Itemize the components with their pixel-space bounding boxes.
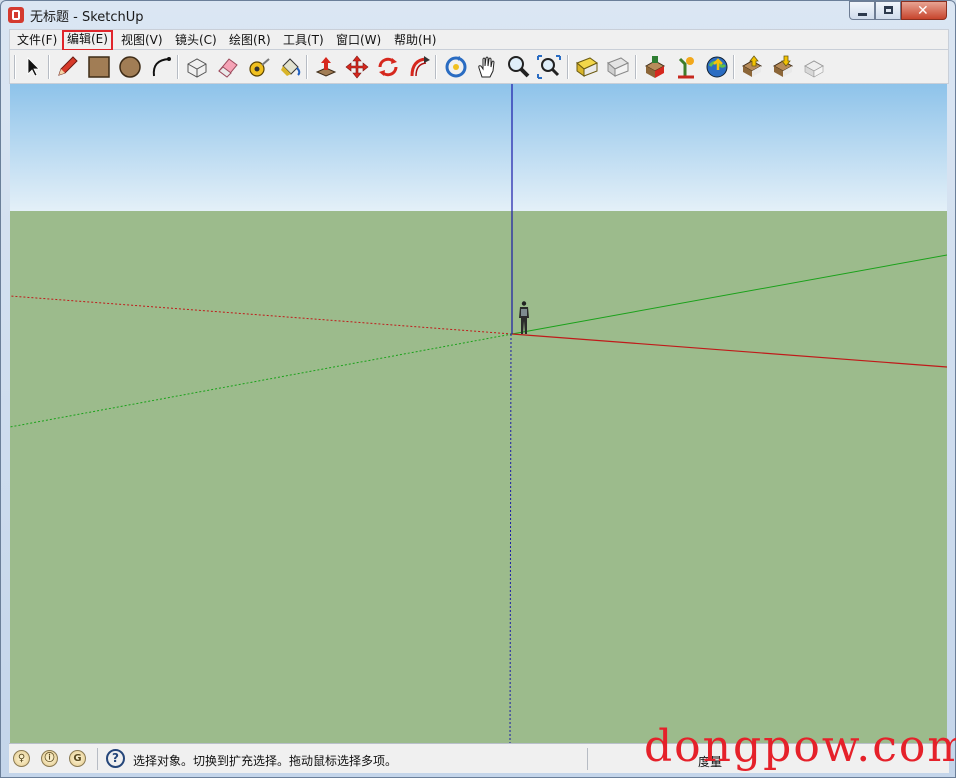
- watermark-text: dongpow.com: [644, 721, 956, 772]
- move-icon[interactable]: [344, 54, 370, 80]
- extension-warehouse-icon[interactable]: [802, 54, 828, 80]
- menu-edit[interactable]: 编辑(E): [62, 30, 113, 51]
- toolbar-separator: [733, 55, 735, 79]
- circle-icon[interactable]: [117, 54, 143, 80]
- pan-icon[interactable]: [474, 54, 500, 80]
- next-view-icon[interactable]: [605, 54, 631, 80]
- window-title: 无标题 - SketchUp: [30, 10, 144, 25]
- push-pull-icon[interactable]: [313, 54, 339, 80]
- sky: [10, 84, 947, 211]
- make-component-icon[interactable]: [184, 54, 210, 80]
- menu-camera[interactable]: 镜头(C): [172, 31, 220, 49]
- rectangle-icon[interactable]: [86, 54, 112, 80]
- menu-view[interactable]: 视图(V): [118, 31, 166, 49]
- follow-me-icon[interactable]: [406, 54, 432, 80]
- window-controls: ✕: [849, 1, 947, 21]
- zoom-icon[interactable]: [505, 54, 531, 80]
- menu-bar: 文件(F) 编辑(E) 视图(V) 镜头(C) 绘图(R) 工具(T) 窗口(W…: [9, 29, 949, 51]
- toolbar-separator: [306, 55, 308, 79]
- close-button[interactable]: ✕: [901, 1, 947, 20]
- sketchup-window: 无标题 - SketchUp ✕ 文件(F) 编辑(E) 视图(V) 镜头(C)…: [0, 0, 956, 778]
- toolbar-separator: [635, 55, 637, 79]
- menu-tools[interactable]: 工具(T): [280, 31, 327, 49]
- maximize-button[interactable]: [875, 1, 901, 20]
- sketchup-logo-icon: [8, 7, 24, 23]
- tape-measure-icon[interactable]: [246, 54, 272, 80]
- previous-view-icon[interactable]: [574, 54, 600, 80]
- paint-bucket-icon[interactable]: [277, 54, 303, 80]
- menu-window[interactable]: 窗口(W): [333, 31, 384, 49]
- minimize-button[interactable]: [849, 1, 875, 20]
- menu-draw[interactable]: 绘图(R): [226, 31, 274, 49]
- get-models-icon[interactable]: [673, 54, 699, 80]
- share-component-icon[interactable]: [740, 54, 766, 80]
- ground: [10, 211, 947, 743]
- toolbar-separator: [48, 55, 50, 79]
- 3d-warehouse-icon[interactable]: [642, 54, 668, 80]
- zoom-extents-icon[interactable]: [536, 54, 562, 80]
- toolbar-separator: [14, 55, 16, 79]
- arc-icon[interactable]: [148, 54, 174, 80]
- toolbar-separator: [435, 55, 437, 79]
- title-bar: 无标题 - SketchUp ✕: [1, 1, 955, 29]
- orbit-icon[interactable]: [443, 54, 469, 80]
- menu-help[interactable]: 帮助(H): [391, 31, 439, 49]
- select-icon[interactable]: [19, 54, 45, 80]
- upload-icon[interactable]: [771, 54, 797, 80]
- toolbar-separator: [177, 55, 179, 79]
- status-divider: [97, 748, 98, 770]
- help-icon[interactable]: ?: [106, 749, 125, 768]
- maximize-icon: [884, 6, 893, 14]
- toolbar-separator: [567, 55, 569, 79]
- scene-canvas[interactable]: [10, 84, 947, 743]
- rotate-icon[interactable]: [375, 54, 401, 80]
- account-icon[interactable]: G: [69, 750, 86, 767]
- close-icon: ✕: [917, 3, 929, 19]
- menu-file[interactable]: 文件(F): [14, 31, 60, 49]
- status-message: 选择对象。切换到扩充选择。拖动鼠标选择多项。: [133, 754, 398, 768]
- status-divider: [587, 748, 588, 770]
- pencil-icon[interactable]: [54, 54, 80, 80]
- geo-location-icon[interactable]: ♀: [13, 750, 30, 767]
- credits-icon[interactable]: ⓘ: [41, 750, 58, 767]
- toolbar: [9, 50, 949, 84]
- eraser-icon[interactable]: [215, 54, 241, 80]
- minimize-icon: [858, 13, 867, 16]
- google-earth-icon[interactable]: [704, 54, 730, 80]
- drawing-area[interactable]: [10, 84, 947, 743]
